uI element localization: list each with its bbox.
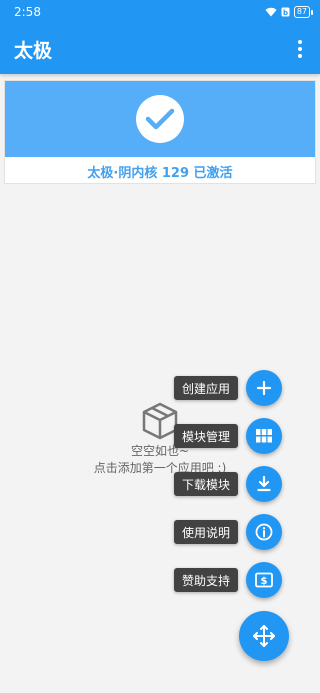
status-time: 2:58 bbox=[14, 5, 41, 19]
more-options-icon[interactable] bbox=[290, 34, 310, 64]
svg-text:$: $ bbox=[261, 576, 268, 587]
activation-status-text: 太极·阴内核 129 已激活 bbox=[87, 165, 233, 181]
module-management-button[interactable] bbox=[246, 418, 282, 454]
module-management-label[interactable]: 模块管理 bbox=[174, 424, 239, 448]
instructions-button[interactable] bbox=[246, 514, 282, 550]
dollar-icon: $ bbox=[255, 572, 273, 588]
sponsor-label[interactable]: 赞助支持 bbox=[174, 568, 239, 592]
status-bar: 2:58 b 87 bbox=[0, 0, 320, 24]
info-icon bbox=[255, 523, 273, 541]
status-card-header bbox=[5, 81, 315, 157]
download-module-label[interactable]: 下载模块 bbox=[174, 472, 239, 496]
move-arrows-icon bbox=[253, 625, 275, 647]
create-app-label[interactable]: 创建应用 bbox=[174, 376, 239, 400]
download-icon bbox=[257, 476, 271, 492]
grid-icon bbox=[256, 429, 272, 443]
main-fab-button[interactable] bbox=[239, 611, 289, 661]
sponsor-button[interactable]: $ bbox=[246, 562, 282, 598]
instructions-label[interactable]: 使用说明 bbox=[174, 520, 239, 544]
download-module-button[interactable] bbox=[246, 466, 282, 502]
create-app-button[interactable] bbox=[246, 370, 282, 406]
plus-icon bbox=[256, 380, 272, 396]
wifi-icon bbox=[265, 7, 277, 17]
bluetooth-badge-icon: b bbox=[281, 7, 290, 17]
activation-status-card[interactable]: 太极·阴内核 129 已激活 bbox=[4, 80, 316, 184]
app-bar: 太极 bbox=[0, 24, 320, 74]
svg-text:b: b bbox=[283, 9, 288, 17]
app-title: 太极 bbox=[14, 39, 53, 62]
status-icons: b 87 bbox=[265, 6, 314, 18]
battery-indicator: 87 bbox=[293, 6, 314, 18]
check-circle-icon bbox=[136, 95, 184, 143]
